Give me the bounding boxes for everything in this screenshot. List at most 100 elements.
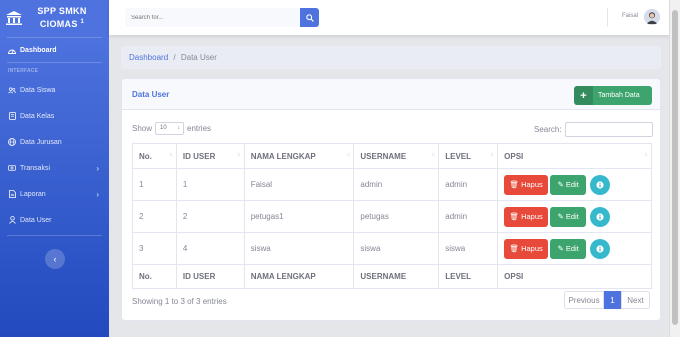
sidebar-divider <box>7 235 102 236</box>
sidebar-item-label: Data User <box>20 216 52 224</box>
column-header-opsi[interactable]: OPSI ↑↓ <box>497 143 652 169</box>
column-header-id-user[interactable]: ID USER ↑↓ <box>175 143 245 169</box>
info-button[interactable] <box>590 206 611 227</box>
edit-icon: ✎ <box>557 180 564 189</box>
sidebar-item-dashboard[interactable]: Dashboard <box>0 38 109 62</box>
sidebar-item-transaksi[interactable]: Transaksi › <box>0 155 109 181</box>
cell-id-user: 4 <box>175 232 245 265</box>
sidebar-item-data-siswa[interactable]: Data Siswa <box>0 77 109 103</box>
column-header-nama-lengkap[interactable]: NAMA LENGKAP ↑↓ <box>243 143 355 169</box>
footer-label-id-user: ID USER <box>175 264 245 289</box>
sidebar-item-label: Laporan <box>20 190 46 198</box>
user-name[interactable]: Faisal <box>622 13 638 19</box>
file-icon <box>8 190 16 198</box>
column-header-label: USERNAME <box>360 151 407 161</box>
book-icon <box>8 112 16 120</box>
table-row: 3 4 siswa siswa siswa 🗑 Hapus ✎ Edit <box>132 232 652 265</box>
topbar: Faisal <box>109 0 680 35</box>
pagination-next[interactable]: Next <box>621 291 650 309</box>
delete-button[interactable]: 🗑 Hapus <box>504 174 549 195</box>
cell-opsi: 🗑 Hapus ✎ Edit <box>497 200 652 233</box>
footer-label-nama-lengkap: NAMA LENGKAP <box>243 264 355 289</box>
main-content: Dashboard / Data User Data User + Tambah… <box>109 35 680 337</box>
table-info-text: Showing 1 to 3 of 3 entries <box>132 297 227 306</box>
edit-button[interactable]: ✎ Edit <box>550 206 587 227</box>
cell-nama-lengkap: Faisal <box>243 168 355 201</box>
cell-level: siswa <box>438 232 499 265</box>
globe-icon <box>8 138 16 146</box>
info-button[interactable] <box>590 174 611 195</box>
data-user-card: Data User + Tambah Data Show 10 ↕ entrie… <box>121 78 661 321</box>
avatar[interactable] <box>644 9 660 25</box>
search-button[interactable] <box>300 8 319 27</box>
column-header-label: OPSI <box>504 151 524 161</box>
edit-label: Edit <box>565 244 579 253</box>
pagination-previous[interactable]: Previous <box>564 291 604 309</box>
data-user-table: No. ↑↓ ID USER ↑↓ NAMA LENGKAP ↑↓ USERNAME ↑… <box>132 143 652 289</box>
sidebar-item-label: Transaksi <box>20 164 51 172</box>
sidebar-item-label: Dashboard <box>20 46 57 54</box>
delete-button[interactable]: 🗑 Hapus <box>504 206 549 227</box>
show-label: Show <box>132 124 153 133</box>
search-icon <box>305 13 314 22</box>
info-icon <box>596 180 604 189</box>
sidebar-item-data-user[interactable]: Data User <box>0 207 109 233</box>
user-icon <box>8 216 16 224</box>
column-header-label: No. <box>139 151 152 161</box>
pagination: Previous 1 Next <box>564 291 650 309</box>
trash-icon: 🗑 <box>509 244 520 253</box>
add-data-label: Tambah Data <box>598 92 640 99</box>
info-icon <box>596 212 604 221</box>
card-title: Data User <box>132 90 170 99</box>
delete-label: Hapus <box>521 244 543 253</box>
scrollbar-thumb[interactable] <box>672 10 678 325</box>
dashboard-icon <box>8 46 16 54</box>
chevron-right-icon: › <box>96 189 99 199</box>
sidebar-item-label: Data Siswa <box>20 86 56 94</box>
sidebar-toggle-button[interactable]: ‹ <box>45 249 65 269</box>
pagination-page-current[interactable]: 1 <box>604 291 621 309</box>
table-row: 1 1 Faisal admin admin 🗑 Hapus ✎ Edit <box>132 168 652 201</box>
sidebar-item-data-jurusan[interactable]: Data Jurusan <box>0 129 109 155</box>
table-footer-row: No. ID USER NAMA LENGKAP USERNAME LEVEL … <box>132 264 652 289</box>
edit-button[interactable]: ✎ Edit <box>550 174 587 195</box>
edit-label: Edit <box>565 212 579 221</box>
cell-level: admin <box>438 168 499 201</box>
users-icon <box>8 86 16 94</box>
footer-label-username: USERNAME <box>353 264 440 289</box>
sort-icon: ↑↓ <box>168 152 173 158</box>
sidebar-item-data-kelas[interactable]: Data Kelas <box>0 103 109 129</box>
delete-button[interactable]: 🗑 Hapus <box>504 238 549 259</box>
filter-label: Search: <box>534 125 562 134</box>
trash-icon: 🗑 <box>509 212 520 221</box>
trash-icon: 🗑 <box>509 180 520 189</box>
sidebar-item-label: Data Kelas <box>20 112 55 120</box>
table-header-row: No. ↑↓ ID USER ↑↓ NAMA LENGKAP ↑↓ USERNAME ↑… <box>132 143 652 169</box>
column-header-label: ID USER <box>182 151 216 161</box>
add-data-button[interactable]: + Tambah Data <box>574 86 652 105</box>
column-header-no[interactable]: No. ↑↓ <box>132 143 177 169</box>
breadcrumb: Dashboard / Data User <box>121 46 661 69</box>
sidebar-item-laporan[interactable]: Laporan › <box>0 181 109 207</box>
sidebar-brand[interactable]: SPP SMKN CIOMAS 1 <box>0 0 109 36</box>
column-header-label: NAMA LENGKAP <box>250 151 316 161</box>
table-row: 2 2 petugas1 petugas admin 🗑 Hapus ✎ Edit <box>132 200 652 233</box>
chevron-updown-icon: ↕ <box>177 125 181 131</box>
column-header-username[interactable]: USERNAME ↑↓ <box>353 143 440 169</box>
info-button[interactable] <box>590 238 611 259</box>
column-header-level[interactable]: LEVEL ↑↓ <box>438 143 499 169</box>
edit-icon: ✎ <box>557 244 564 253</box>
breadcrumb-separator: / <box>173 53 176 62</box>
filter-input[interactable] <box>564 122 653 137</box>
sort-icon: ↑↓ <box>644 152 648 158</box>
entries-label: entries <box>187 124 212 133</box>
sort-icon: ↑↓ <box>490 152 494 158</box>
search-input[interactable] <box>125 8 300 27</box>
table-filter: Search: <box>534 122 653 137</box>
card-header: Data User + Tambah Data <box>122 79 660 110</box>
breadcrumb-home-link[interactable]: Dashboard <box>129 53 168 62</box>
column-header-label: LEVEL <box>445 151 472 161</box>
edit-button[interactable]: ✎ Edit <box>550 238 587 259</box>
page-scrollbar[interactable] <box>669 0 680 337</box>
entries-select[interactable]: 10 ↕ <box>155 122 185 135</box>
